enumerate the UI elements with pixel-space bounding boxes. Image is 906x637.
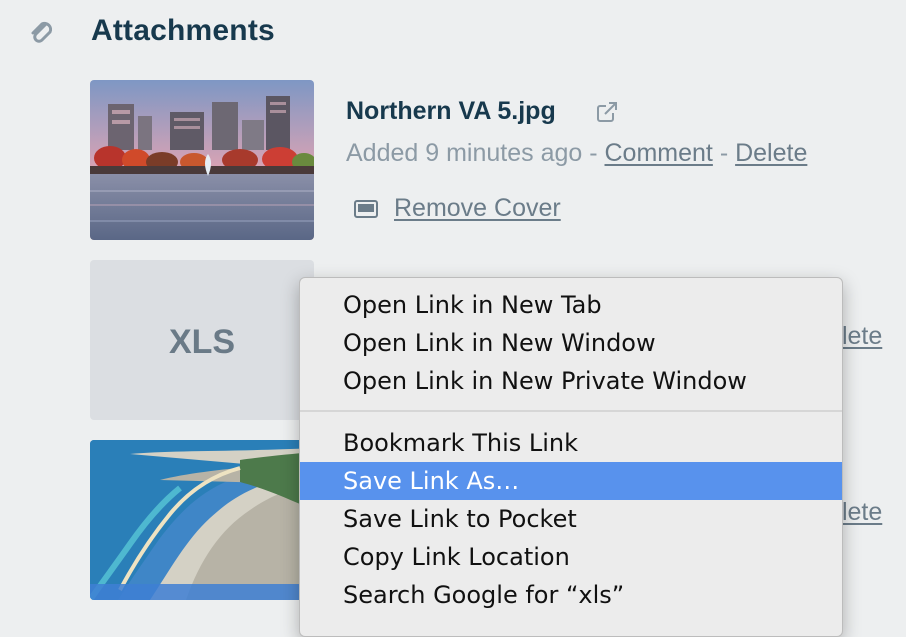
attachment-name[interactable]: Northern VA 5.jpg	[346, 97, 556, 126]
attachment-thumbnail-coastline[interactable]	[90, 440, 314, 600]
delete-link[interactable]: Delete	[735, 139, 807, 167]
meta-separator: -	[582, 139, 605, 167]
menu-item-save-link-as[interactable]: Save Link As…	[300, 462, 842, 500]
meta-separator: -	[712, 139, 736, 167]
added-time: Added 9 minutes ago	[346, 139, 583, 167]
menu-item-open-new-window[interactable]: Open Link in New Window	[300, 324, 842, 362]
paperclip-icon	[26, 16, 58, 48]
menu-item-copy-link-location[interactable]: Copy Link Location	[300, 538, 842, 576]
remove-cover-link[interactable]: Remove Cover	[394, 194, 561, 223]
external-link-icon[interactable]	[595, 100, 619, 124]
menu-item-search-google[interactable]: Search Google for “xls”	[300, 576, 842, 614]
comment-link[interactable]: Comment	[605, 139, 713, 167]
attachment-thumbnail-xls[interactable]: XLS	[90, 260, 314, 420]
menu-item-open-private-window[interactable]: Open Link in New Private Window	[300, 362, 842, 400]
menu-item-save-to-pocket[interactable]: Save Link to Pocket	[300, 500, 842, 538]
menu-separator	[300, 410, 842, 412]
context-menu: Open Link in New Tab Open Link in New Wi…	[299, 277, 843, 637]
attachment-thumbnail-northern-va[interactable]	[90, 80, 314, 240]
card-cover-icon	[354, 199, 378, 219]
section-title: Attachments	[91, 14, 275, 47]
menu-item-bookmark-link[interactable]: Bookmark This Link	[300, 424, 842, 462]
attachment-meta: Added 9 minutes ago - Comment - Delete	[346, 139, 807, 168]
menu-item-open-new-tab[interactable]: Open Link in New Tab	[300, 286, 842, 324]
file-type-label: XLS	[168, 322, 236, 361]
